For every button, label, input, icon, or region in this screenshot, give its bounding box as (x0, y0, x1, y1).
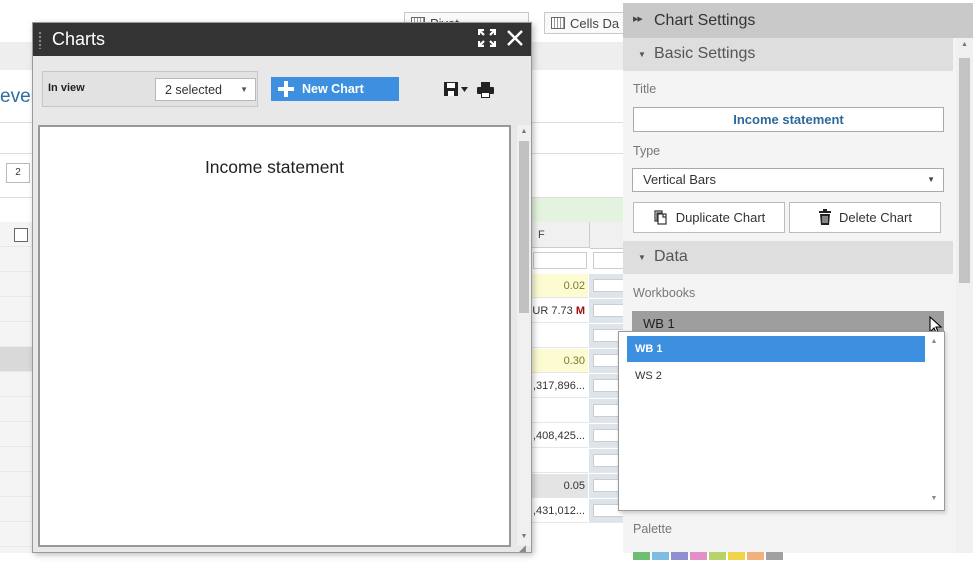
selected-row-header[interactable] (0, 347, 32, 371)
cells-data-button[interactable]: Cells Da (544, 12, 630, 34)
table-cell[interactable] (530, 449, 588, 473)
charts-panel: Charts In view 2 selected ▼ New Chart In… (32, 22, 532, 553)
cells-icon (551, 17, 565, 29)
caret-down-icon: ▼ (638, 253, 646, 262)
palette-swatch[interactable] (728, 552, 745, 560)
scroll-up-icon[interactable]: ▲ (956, 41, 973, 48)
basic-settings-section[interactable]: ▼ Basic Settings (623, 38, 953, 71)
collapse-arrows-icon[interactable]: ▶▶ (633, 15, 643, 23)
in-view-value: 2 selected (165, 83, 222, 97)
settings-scrollbar[interactable]: ▲ (956, 38, 973, 553)
maximize-icon[interactable] (476, 28, 498, 51)
filter-icon[interactable] (14, 228, 28, 242)
cell-value: ,431,012... (533, 505, 585, 517)
dropdown-option-wb1[interactable]: WB 1 (627, 336, 925, 362)
chart-canvas[interactable]: Income statement (38, 125, 511, 547)
type-label: Type (633, 144, 661, 158)
duplicate-icon (654, 210, 667, 225)
workbooks-dropdown-list: WB 1 WS 2 ▲ ▼ (618, 331, 945, 511)
duplicate-chart-button[interactable]: Duplicate Chart (633, 202, 785, 233)
workbooks-label: Workbooks (633, 286, 696, 300)
palette-swatches[interactable] (633, 548, 785, 560)
cell-input[interactable] (593, 279, 626, 292)
charts-panel-title: Charts (52, 29, 106, 49)
row-header-column (0, 222, 32, 553)
table-cell[interactable]: 0.02 (530, 274, 588, 298)
table-cell[interactable]: ,317,896... (530, 374, 588, 398)
palette-swatch[interactable] (709, 552, 726, 560)
palette-label: Palette (633, 522, 672, 536)
palette-swatch[interactable] (633, 552, 650, 560)
cell-value: UR 7.73 (532, 305, 576, 317)
scroll-down-icon[interactable]: ▼ (517, 533, 531, 540)
data-section-label: Data (654, 248, 688, 265)
new-chart-button[interactable]: New Chart (271, 77, 399, 101)
in-view-label: In view (48, 82, 85, 94)
data-section[interactable]: ▼ Data (623, 241, 953, 274)
table-cell[interactable]: ,431,012... (530, 499, 588, 523)
table-cell[interactable]: ,408,425... (530, 424, 588, 448)
type-value: Vertical Bars (643, 172, 716, 187)
palette-swatch[interactable] (747, 552, 764, 560)
duplicate-chart-label: Duplicate Chart (675, 210, 766, 225)
type-select[interactable]: Vertical Bars ▼ (632, 168, 944, 192)
table-cell[interactable] (530, 324, 588, 348)
cell-marker: M (575, 305, 585, 317)
palette-swatch[interactable] (766, 552, 783, 560)
workbooks-value: WB 1 (643, 316, 675, 331)
caret-down-icon: ▼ (638, 50, 646, 59)
column-filter-input[interactable] (533, 252, 587, 269)
chevron-down-icon: ▼ (240, 85, 248, 94)
cell-value: 0.30 (563, 355, 585, 367)
table-cell[interactable]: 0.30 (530, 349, 588, 373)
dropdown-option-ws2[interactable]: WS 2 (627, 363, 925, 389)
page-number-cell[interactable]: 2 (6, 163, 30, 183)
in-view-toolbar: In view 2 selected ▼ (42, 71, 258, 107)
trash-icon (819, 209, 831, 225)
filter-row (530, 248, 632, 272)
scroll-up-icon[interactable]: ▲ (517, 128, 531, 135)
scroll-thumb[interactable] (519, 141, 529, 313)
column-header-f[interactable]: F (530, 222, 590, 248)
drag-handle-icon[interactable] (38, 31, 42, 49)
in-view-select[interactable]: 2 selected ▼ (155, 78, 256, 101)
cell-value: 0.05 (563, 480, 585, 492)
new-chart-label: New Chart (302, 82, 364, 96)
close-icon[interactable] (504, 29, 526, 51)
table-cell[interactable]: UR 7.73 M (530, 299, 588, 323)
chart-title: Income statement (204, 157, 345, 177)
resize-handle-icon[interactable]: ◢ (519, 543, 526, 554)
palette-swatch[interactable] (690, 552, 707, 560)
column-group-header (530, 198, 630, 223)
delete-chart-label: Delete Chart (839, 210, 912, 225)
cells-label: Cells Da (570, 16, 620, 31)
palette-swatch[interactable] (652, 552, 669, 560)
scroll-thumb[interactable] (959, 58, 970, 283)
delete-chart-button[interactable]: Delete Chart (789, 202, 941, 233)
chart-settings-header[interactable]: ▶▶ Chart Settings (623, 3, 973, 38)
save-icon[interactable] (442, 80, 472, 100)
basic-settings-label: Basic Settings (654, 45, 756, 62)
cell-value: ,408,425... (533, 430, 585, 442)
charts-panel-header[interactable]: Charts (33, 23, 531, 56)
cell-input[interactable] (593, 304, 626, 317)
scroll-down-icon[interactable]: ▼ (927, 495, 941, 502)
chevron-down-icon: ▼ (927, 175, 935, 184)
table-cell[interactable] (530, 399, 588, 423)
dropdown-scrollbar[interactable]: ▲ ▼ (927, 334, 941, 508)
cell-value: ,317,896... (533, 380, 585, 392)
title-label: Title (633, 82, 657, 96)
charts-scrollbar[interactable]: ▲ ▼ (517, 125, 531, 546)
print-icon[interactable] (475, 80, 505, 100)
title-input[interactable]: Income statement (633, 107, 944, 132)
chart-settings-title: Chart Settings (654, 12, 756, 29)
cell-value: 0.02 (563, 280, 585, 292)
scroll-up-icon[interactable]: ▲ (927, 338, 941, 345)
palette-swatch[interactable] (671, 552, 688, 560)
table-cell[interactable]: 0.05 (530, 474, 588, 498)
plus-icon (277, 80, 295, 98)
